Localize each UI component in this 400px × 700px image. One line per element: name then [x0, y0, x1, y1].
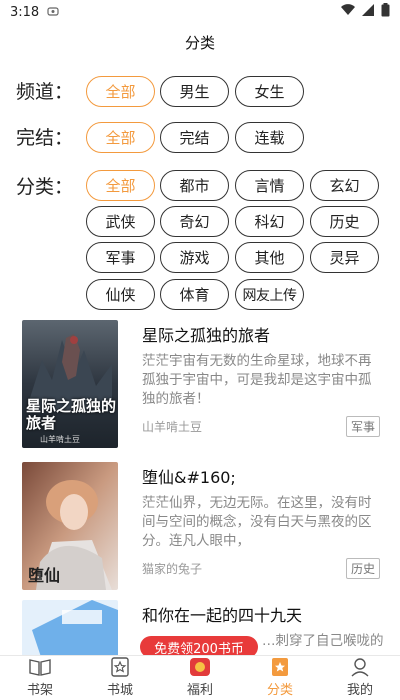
book-cover[interactable]: [22, 600, 118, 655]
channel-label: 频道：: [16, 81, 74, 103]
nav-mine[interactable]: 我的: [320, 656, 400, 700]
status-bar: 3:18: [0, 0, 400, 24]
chip-completion-ongoing[interactable]: 连载: [235, 122, 304, 153]
chip-category-magic[interactable]: 奇幻: [160, 206, 229, 237]
book-author: 山羊啃土豆: [142, 420, 203, 434]
book-icon: [29, 657, 51, 677]
bottom-nav: 书架 书城 福利 分类 我的: [0, 655, 400, 700]
chip-category-wuxia[interactable]: 武侠: [86, 206, 155, 237]
nav-bookstore[interactable]: 书城: [80, 656, 160, 700]
nav-category[interactable]: 分类: [240, 656, 320, 700]
book-category-tag: 历史: [345, 558, 380, 579]
cover-author: 山羊啃土豆: [40, 435, 80, 444]
book-author: 猫家的兔子: [142, 562, 203, 576]
chip-category-supernatural[interactable]: 灵异: [310, 242, 379, 273]
book-category-tag: 军事: [345, 416, 380, 437]
nav-label: 我的: [346, 683, 373, 698]
chip-category-game[interactable]: 游戏: [160, 242, 229, 273]
book-title[interactable]: 星际之孤独的旅者: [142, 322, 270, 346]
nav-welfare[interactable]: 福利: [160, 656, 240, 700]
page-title: 分类: [184, 33, 215, 52]
user-icon: [349, 657, 371, 677]
signal-icon: [362, 4, 375, 20]
cover-title: 星际之孤独的旅者: [26, 397, 117, 432]
star-book-icon: [109, 657, 131, 677]
chip-category-fantasy[interactable]: 玄幻: [310, 170, 379, 201]
book-description: 茫茫仙界，无边无际。在这里，没有时间与空间的概念，没有白天与黑夜的区分。连凡人眼…: [142, 495, 372, 549]
book-description: 茫茫宇宙有无数的生命星球，地球不再孤独于宇宙中，可是我却是这宇宙中孤独的旅者！: [142, 353, 372, 407]
chip-channel-all[interactable]: 全部: [86, 76, 155, 107]
chip-category-other[interactable]: 其他: [235, 242, 304, 273]
cover-title: 堕仙: [28, 566, 61, 585]
book-cover[interactable]: 堕仙: [22, 462, 118, 590]
book-item[interactable]: 星际之孤独的旅者 山羊啃土豆 星际之孤独的旅者 茫茫宇宙有无数的生命星球，地球不…: [0, 320, 400, 460]
chip-completion-finished[interactable]: 完结: [160, 122, 229, 153]
nav-label: 书城: [106, 683, 133, 698]
wifi-icon: [340, 4, 356, 20]
notification-icon: [47, 6, 59, 19]
book-description: …刺穿了自己喉咙的: [262, 633, 384, 649]
category-label: 分类：: [16, 176, 74, 198]
book-title[interactable]: 和你在一起的四十九天: [142, 602, 302, 626]
status-time: 3:18: [10, 4, 40, 20]
gift-icon: [189, 657, 211, 677]
chip-channel-male[interactable]: 男生: [160, 76, 229, 107]
chip-category-sports[interactable]: 体育: [160, 279, 229, 310]
battery-icon: [381, 3, 390, 21]
nav-bookshelf[interactable]: 书架: [0, 656, 80, 700]
chip-channel-female[interactable]: 女生: [235, 76, 304, 107]
book-title[interactable]: 堕仙&#160;: [142, 464, 236, 488]
chip-category-military[interactable]: 军事: [86, 242, 155, 273]
chip-category-scifi[interactable]: 科幻: [235, 206, 304, 237]
chip-completion-all[interactable]: 全部: [86, 122, 155, 153]
chip-category-urban[interactable]: 都市: [160, 170, 229, 201]
book-cover[interactable]: 星际之孤独的旅者 山羊啃土豆: [22, 320, 118, 448]
chip-category-xianxia[interactable]: 仙侠: [86, 279, 155, 310]
chip-category-history[interactable]: 历史: [310, 206, 379, 237]
chip-category-all[interactable]: 全部: [86, 170, 155, 201]
nav-label: 福利: [186, 683, 213, 698]
completion-label: 完结：: [16, 127, 74, 149]
chip-category-romance[interactable]: 言情: [235, 170, 304, 201]
book-item[interactable]: 堕仙 堕仙&#160; 茫茫仙界，无边无际。在这里，没有时间与空间的概念，没有白…: [0, 462, 400, 602]
chip-category-user-upload[interactable]: 网友上传: [235, 279, 304, 310]
nav-label: 分类: [266, 683, 293, 698]
category-icon: [269, 657, 291, 677]
nav-label: 书架: [26, 683, 53, 698]
